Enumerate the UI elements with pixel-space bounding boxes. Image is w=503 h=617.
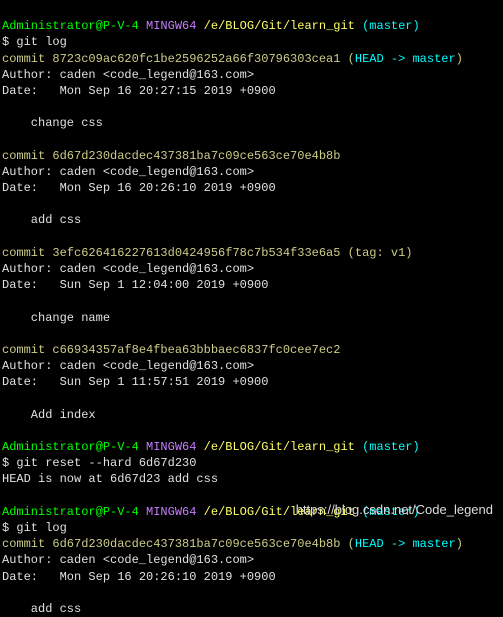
commit-line: commit 3efc626416227613d0424956f78c7b534… bbox=[2, 246, 340, 260]
prompt-shell: MINGW64 bbox=[146, 19, 196, 33]
ref-close: ) bbox=[405, 246, 412, 260]
commit-author: Author: caden <code_legend@163.com> bbox=[2, 165, 254, 179]
prompt-user: Administrator@P-V-4 bbox=[2, 440, 139, 454]
command-text: git log bbox=[16, 35, 66, 49]
commit-author: Author: caden <code_legend@163.com> bbox=[2, 359, 254, 373]
command-text: git log bbox=[16, 521, 66, 535]
terminal-output: Administrator@P-V-4 MINGW64 /e/BLOG/Git/… bbox=[2, 2, 501, 617]
commit-line: commit 6d67d230dacdec437381ba7c09ce563ce… bbox=[2, 537, 340, 551]
commit-date: Date: Sun Sep 1 11:57:51 2019 +0900 bbox=[2, 375, 268, 389]
prompt-path: /e/BLOG/Git/learn_git bbox=[204, 440, 355, 454]
prompt-user: Administrator@P-V-4 bbox=[2, 19, 139, 33]
prompt-branch: (master) bbox=[362, 440, 420, 454]
ref-tag: tag: v1 bbox=[355, 246, 405, 260]
commit-line: commit c66934357af8e4fbea63bbbaec6837fc0… bbox=[2, 343, 340, 357]
commit-author: Author: caden <code_legend@163.com> bbox=[2, 262, 254, 276]
commit-line: commit 8723c09ac620fc1be2596252a66f30796… bbox=[2, 52, 340, 66]
command-text: git reset --hard 6d67d230 bbox=[16, 456, 196, 470]
ref-open: ( bbox=[348, 246, 355, 260]
commit-msg: add css bbox=[2, 213, 81, 227]
commit-author: Author: caden <code_legend@163.com> bbox=[2, 553, 254, 567]
ref-head: HEAD -> master bbox=[355, 52, 456, 66]
prompt-shell: MINGW64 bbox=[146, 440, 196, 454]
prompt-path: /e/BLOG/Git/learn_git bbox=[204, 19, 355, 33]
commit-date: Date: Mon Sep 16 20:26:10 2019 +0900 bbox=[2, 181, 276, 195]
commit-date: Date: Sun Sep 1 12:04:00 2019 +0900 bbox=[2, 278, 268, 292]
prompt-symbol: $ bbox=[2, 35, 9, 49]
prompt-symbol: $ bbox=[2, 521, 9, 535]
ref-close: ) bbox=[456, 52, 463, 66]
commit-msg: Add index bbox=[2, 408, 96, 422]
ref-open: ( bbox=[348, 52, 355, 66]
commit-author: Author: caden <code_legend@163.com> bbox=[2, 68, 254, 82]
ref-head: HEAD -> master bbox=[355, 537, 456, 551]
commit-msg: add css bbox=[2, 602, 81, 616]
commit-msg: change css bbox=[2, 116, 103, 130]
ref-open: ( bbox=[348, 537, 355, 551]
ref-close: ) bbox=[456, 537, 463, 551]
reset-output: HEAD is now at 6d67d23 add css bbox=[2, 472, 218, 486]
prompt-branch: (master) bbox=[362, 19, 420, 33]
commit-line: commit 6d67d230dacdec437381ba7c09ce563ce… bbox=[2, 149, 340, 163]
watermark-text: https://blog.csdn.net/Code_legend bbox=[296, 501, 493, 519]
prompt-user: Administrator@P-V-4 bbox=[2, 505, 139, 519]
prompt-shell: MINGW64 bbox=[146, 505, 196, 519]
commit-date: Date: Mon Sep 16 20:26:10 2019 +0900 bbox=[2, 570, 276, 584]
commit-date: Date: Mon Sep 16 20:27:15 2019 +0900 bbox=[2, 84, 276, 98]
commit-msg: change name bbox=[2, 311, 110, 325]
prompt-symbol: $ bbox=[2, 456, 9, 470]
